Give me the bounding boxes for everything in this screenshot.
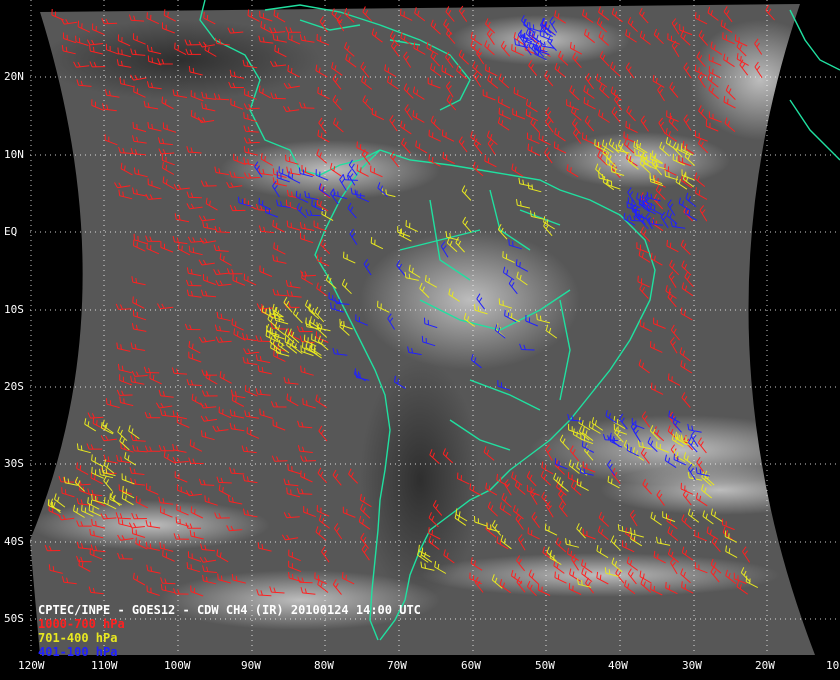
lon-label-10: 10 (826, 659, 840, 672)
lon-label-20w: 20W (755, 659, 775, 672)
lat-label-eq: EQ (4, 225, 18, 238)
lon-label-120w: 120W (18, 659, 45, 672)
lon-label-50w: 50W (535, 659, 555, 672)
lon-label-40w: 40W (608, 659, 628, 672)
map-caption: CPTEC/INPE - GOES12 - CDW CH4 (IR) 20100… (38, 603, 421, 659)
lat-label-10s: 10S (4, 303, 24, 316)
satellite-ir-image (30, 4, 815, 655)
lat-label-30s: 30S (4, 457, 24, 470)
lon-label-80w: 80W (314, 659, 334, 672)
caption-title: CPTEC/INPE - GOES12 - CDW CH4 (IR) 20100… (38, 603, 421, 617)
lat-label-40s: 40S (4, 535, 24, 548)
legend-1000-700hpa: 1000-700 hPa (38, 617, 125, 631)
lat-label-10n: 10N (4, 148, 24, 161)
lon-label-70w: 70W (387, 659, 407, 672)
lat-label-20n: 20N (4, 70, 24, 83)
lat-label-20s: 20S (4, 380, 24, 393)
legend-401-100hpa: 401-100 hPa (38, 645, 118, 659)
lon-label-60w: 60W (461, 659, 481, 672)
lon-label-110w: 110W (91, 659, 118, 672)
lon-label-30w: 30W (682, 659, 702, 672)
satellite-wind-map (0, 0, 840, 680)
legend-701-400hpa: 701-400 hPa (38, 631, 118, 645)
lon-label-90w: 90W (241, 659, 261, 672)
lat-label-50s: 50S (4, 612, 24, 625)
lon-label-100w: 100W (164, 659, 191, 672)
